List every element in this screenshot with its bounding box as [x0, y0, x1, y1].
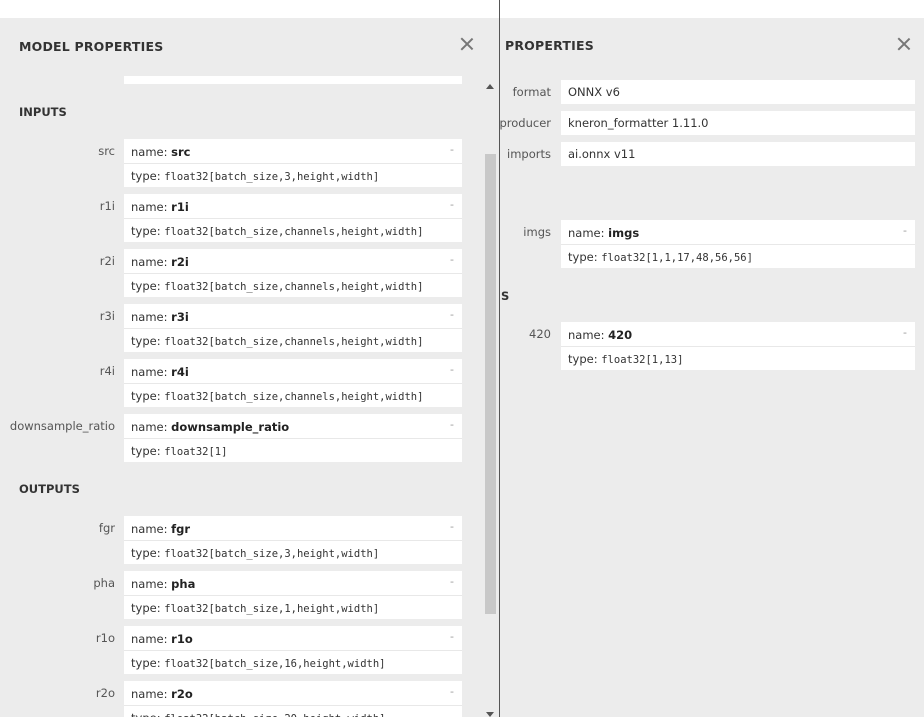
prop-label-format: format — [512, 85, 551, 99]
input-type: float32[batch_size,channels,height,width… — [164, 391, 424, 403]
output-420: name: 420 - type: float32[1,13] — [561, 322, 915, 370]
output-r2o: name: r2o - type: float32[batch_size,20,… — [124, 681, 462, 717]
prop-label-producer: producer — [500, 116, 551, 130]
expand-toggle[interactable]: - — [450, 253, 454, 266]
expand-toggle[interactable]: - — [903, 326, 907, 339]
output-label: fgr — [98, 521, 115, 535]
input-label: downsample_ratio — [9, 419, 115, 433]
panel-title: PROPERTIES — [505, 38, 594, 53]
scrollbar-thumb[interactable] — [485, 154, 496, 614]
input-src: name: src - type: float32[batch_size,3,h… — [124, 139, 462, 187]
output-label: r1o — [95, 631, 115, 645]
scrolled-box-remnant — [124, 76, 462, 84]
scrollbar[interactable] — [483, 80, 497, 717]
prop-label-imports: imports — [507, 147, 551, 161]
output-label: pha — [93, 576, 115, 590]
output-r1o: name: r1o - type: float32[batch_size,16,… — [124, 626, 462, 674]
inputs-section-title: INPUTS — [19, 105, 67, 119]
expand-toggle[interactable]: - — [450, 575, 454, 588]
outputs-section-title-fragment: S — [501, 289, 510, 303]
expand-toggle[interactable]: - — [450, 198, 454, 211]
input-r1i: name: r1i - type: float32[batch_size,cha… — [124, 194, 462, 242]
output-type: float32[batch_size,16,height,width] — [164, 658, 386, 670]
input-type: float32[batch_size,3,height,width] — [164, 171, 380, 183]
scroll-up-arrow-icon[interactable] — [486, 84, 494, 89]
output-pha: name: pha - type: float32[batch_size,1,h… — [124, 571, 462, 619]
output-name: pha — [171, 577, 196, 591]
input-label: r4i — [99, 364, 115, 378]
output-label: 420 — [529, 327, 551, 341]
input-type: float32[1,1,17,48,56,56] — [601, 252, 753, 264]
outputs-section-title: OUTPUTS — [19, 482, 80, 496]
input-type: float32[1] — [164, 446, 228, 458]
expand-toggle[interactable]: - — [450, 520, 454, 533]
input-r3i: name: r3i - type: float32[batch_size,cha… — [124, 304, 462, 352]
input-imgs: name: imgs - type: float32[1,1,17,48,56,… — [561, 220, 915, 268]
input-label: src — [98, 144, 115, 158]
input-type: float32[batch_size,channels,height,width… — [164, 336, 424, 348]
output-type: float32[batch_size,20,height,width] — [164, 713, 385, 717]
expand-toggle[interactable]: - — [450, 685, 454, 698]
input-name: r2i — [171, 255, 189, 269]
input-name: imgs — [608, 226, 640, 240]
expand-toggle[interactable]: - — [450, 418, 454, 431]
expand-toggle[interactable]: - — [450, 363, 454, 376]
input-label: imgs — [523, 225, 551, 239]
output-type: float32[batch_size,3,height,width] — [164, 548, 380, 560]
expand-toggle[interactable]: - — [903, 224, 907, 237]
expand-toggle[interactable]: - — [450, 630, 454, 643]
input-label: r1i — [99, 199, 115, 213]
output-name: fgr — [171, 522, 191, 536]
output-name: 420 — [608, 328, 633, 342]
scroll-down-arrow-icon[interactable] — [486, 712, 494, 717]
prop-value-imports: ai.onnx v11 — [561, 142, 915, 166]
input-label: r2i — [99, 254, 115, 268]
input-downsample-ratio: name: downsample_ratio - type: float32[1… — [124, 414, 462, 462]
input-type: float32[batch_size,channels,height,width… — [164, 226, 424, 238]
expand-toggle[interactable]: - — [450, 308, 454, 321]
input-name: downsample_ratio — [171, 420, 290, 434]
close-icon[interactable] — [460, 37, 474, 51]
close-icon[interactable] — [897, 37, 911, 51]
input-name: r1i — [171, 200, 189, 214]
output-type: float32[1,13] — [601, 354, 684, 366]
input-name: src — [171, 145, 191, 159]
prop-value-format: ONNX v6 — [561, 80, 915, 104]
output-name: r1o — [171, 632, 193, 646]
expand-toggle[interactable]: - — [450, 143, 454, 156]
panel-title: MODEL PROPERTIES — [19, 39, 164, 54]
model-properties-panel-right: PROPERTIES format ONNX v6 producer knero… — [500, 18, 924, 717]
output-type: float32[batch_size,1,height,width] — [164, 603, 380, 615]
output-fgr: name: fgr - type: float32[batch_size,3,h… — [124, 516, 462, 564]
input-r4i: name: r4i - type: float32[batch_size,cha… — [124, 359, 462, 407]
model-properties-panel-left: MODEL PROPERTIES INPUTS src name: src - … — [0, 18, 499, 717]
input-label: r3i — [99, 309, 115, 323]
input-name: r3i — [171, 310, 189, 324]
input-type: float32[batch_size,channels,height,width… — [164, 281, 424, 293]
output-label: r2o — [95, 686, 115, 700]
input-name: r4i — [171, 365, 189, 379]
prop-value-producer: kneron_formatter 1.11.0 — [561, 111, 915, 135]
output-name: r2o — [171, 687, 193, 701]
input-r2i: name: r2i - type: float32[batch_size,cha… — [124, 249, 462, 297]
